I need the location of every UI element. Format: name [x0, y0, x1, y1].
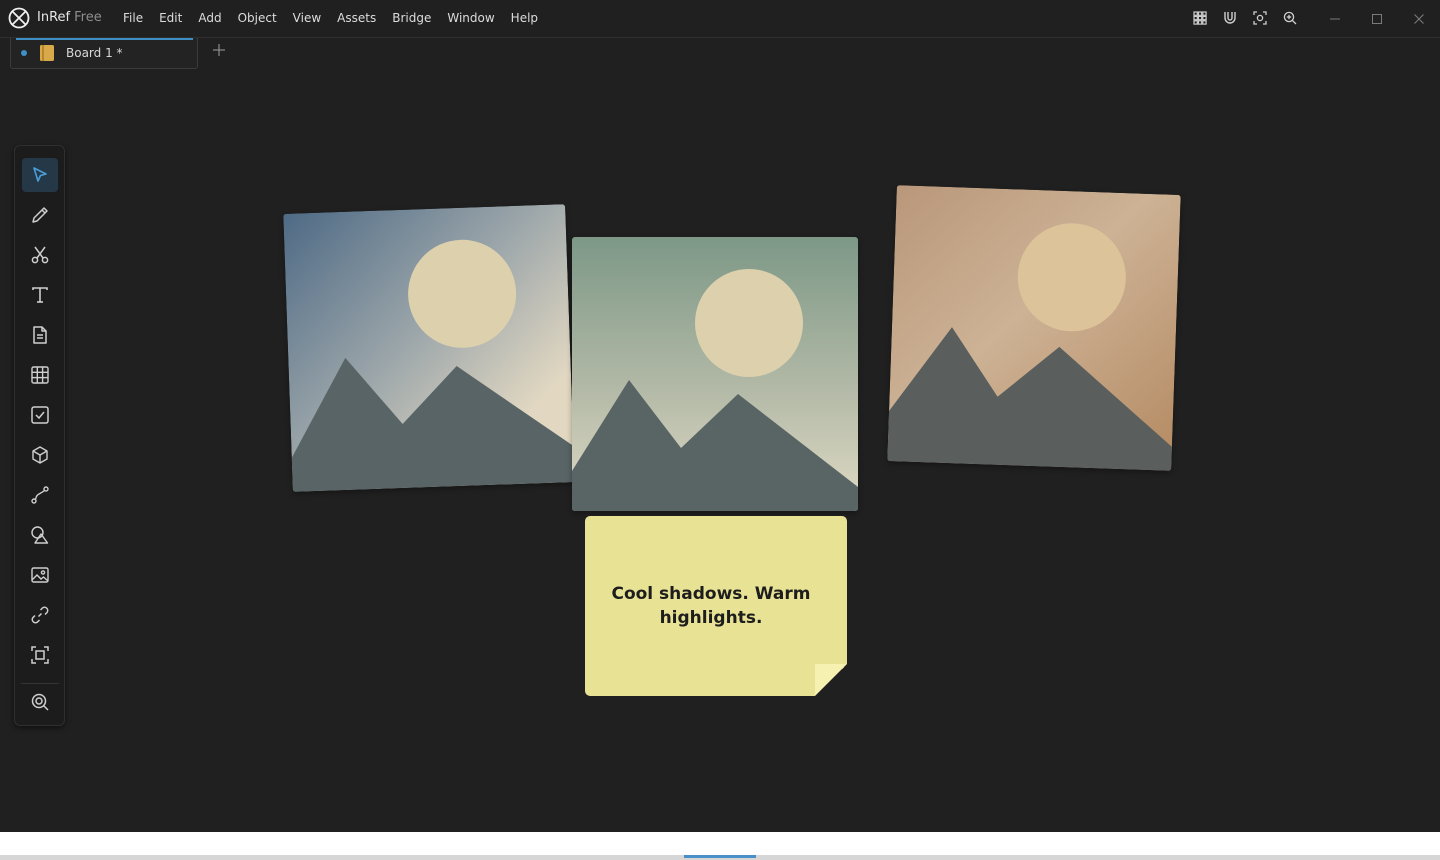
landscape-image-cool: [283, 204, 575, 492]
tab-active-indicator: [16, 38, 193, 40]
focus-icon[interactable]: [1250, 8, 1270, 28]
board-icon: [40, 45, 54, 61]
link-tool[interactable]: [22, 598, 58, 632]
select-tool[interactable]: [22, 158, 58, 192]
table-icon: [31, 366, 49, 384]
menu-assets[interactable]: Assets: [329, 0, 384, 37]
bezier-path-icon: [31, 486, 49, 504]
sticky-note-text[interactable]: Cool shadows. Warm highlights.: [585, 582, 837, 630]
title-bar: InRef Free File Edit Add Object View Asse…: [0, 0, 1440, 38]
image-tool[interactable]: [22, 558, 58, 592]
search-icon: [31, 693, 49, 711]
minimize-icon[interactable]: [1314, 0, 1356, 37]
link-icon: [31, 606, 49, 624]
text-icon: [32, 287, 48, 303]
image-card-center[interactable]: [572, 237, 858, 511]
tab-board-1[interactable]: Board 1 *: [10, 38, 198, 69]
document-tool[interactable]: [22, 318, 58, 352]
menu-help[interactable]: Help: [503, 0, 546, 37]
path-tool[interactable]: [22, 478, 58, 512]
3d-model-tool[interactable]: [22, 438, 58, 472]
text-tool[interactable]: [22, 278, 58, 312]
search-tool[interactable]: [22, 685, 58, 719]
sticky-note[interactable]: Cool shadows. Warm highlights.: [585, 516, 847, 696]
menu-view[interactable]: View: [285, 0, 329, 37]
image-icon: [31, 567, 49, 583]
grid-icon[interactable]: [1190, 8, 1210, 28]
menu-file[interactable]: File: [115, 0, 151, 37]
sticky-note-fold: [815, 664, 847, 696]
close-icon[interactable]: [1398, 0, 1440, 37]
tool-palette: [14, 145, 65, 726]
table-tool[interactable]: [22, 358, 58, 392]
cube-icon: [32, 446, 48, 464]
document-icon: [33, 326, 47, 344]
menu-window[interactable]: Window: [439, 0, 502, 37]
menu-bridge[interactable]: Bridge: [384, 0, 439, 37]
unsaved-indicator: [21, 50, 27, 56]
landscape-image-warm: [887, 185, 1181, 471]
zoom-in-icon[interactable]: [1280, 8, 1300, 28]
frame-tool[interactable]: [22, 638, 58, 672]
frame-icon: [31, 646, 49, 664]
menu-edit[interactable]: Edit: [151, 0, 190, 37]
window-controls: [1314, 0, 1440, 37]
magnet-icon[interactable]: [1220, 8, 1240, 28]
add-tab-icon[interactable]: [210, 43, 228, 61]
menu-add[interactable]: Add: [190, 0, 229, 37]
menu-object[interactable]: Object: [230, 0, 285, 37]
pencil-tool[interactable]: [22, 198, 58, 232]
image-card-left[interactable]: [283, 204, 575, 492]
pencil-icon: [32, 207, 48, 223]
scissors-icon: [31, 246, 49, 264]
shapes-tool[interactable]: [22, 518, 58, 552]
maximize-icon[interactable]: [1356, 0, 1398, 37]
titlebar-tools: [1190, 8, 1300, 28]
tab-label: Board 1 *: [66, 46, 123, 60]
scissors-tool[interactable]: [22, 238, 58, 272]
landscape-image-neutral: [572, 237, 858, 511]
menu-bar: File Edit Add Object View Assets Bridge …: [115, 0, 546, 37]
toolbar-separator: [21, 683, 59, 684]
app-edition: Free: [74, 10, 102, 25]
shapes-icon: [31, 526, 49, 544]
app-logo-icon: [8, 7, 30, 29]
checkbox-icon: [31, 406, 49, 424]
checkbox-tool[interactable]: [22, 398, 58, 432]
image-card-right[interactable]: [887, 185, 1181, 471]
app-name: InRef: [37, 10, 71, 25]
cursor-icon: [33, 167, 47, 182]
app-title: InRef Free: [37, 10, 102, 25]
scrollbar-thumb[interactable]: [684, 855, 756, 858]
